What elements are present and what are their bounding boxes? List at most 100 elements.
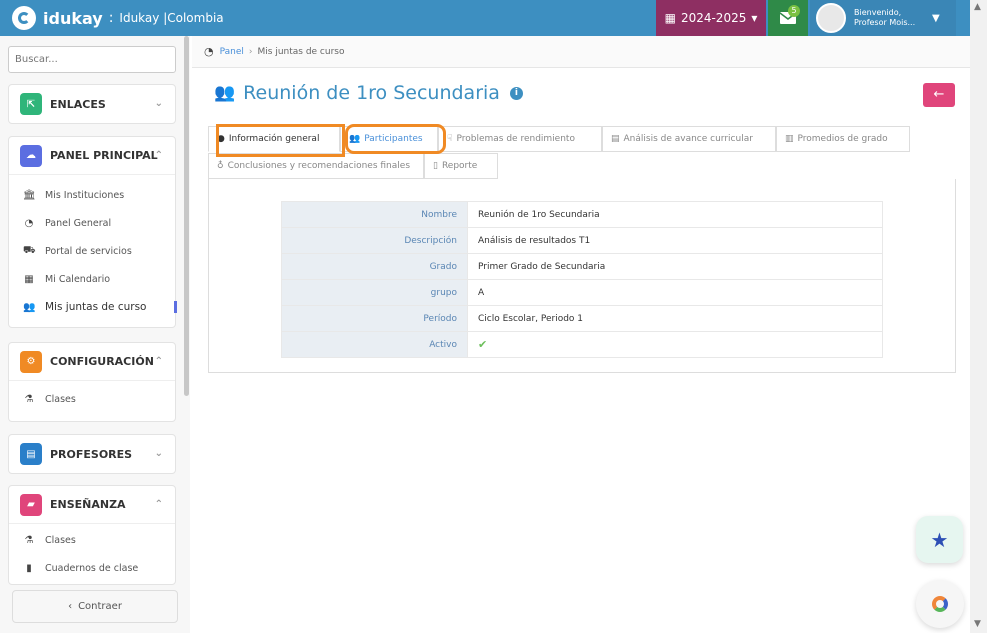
tab-reporte[interactable]: ▯ Reporte [424,153,498,179]
assistant-logo-icon [932,596,948,612]
cogs-icon: ⚙ [20,350,42,373]
section-label: ENLACES [50,97,106,111]
sidebar-item-label: Portal de servicios [45,245,132,257]
sidebar-item-clases[interactable]: ⚗ Clases [9,385,175,413]
chevron-up-icon: ⌃ [154,356,163,367]
sidebar-section-enlaces: ⇱ ENLACES ⌄ [8,84,176,124]
section-label: PANEL PRINCIPAL [50,149,158,162]
tab-promedios-grado[interactable]: ▥ Promedios de grado [776,126,910,152]
section-label: ENSEÑANZA [50,498,126,511]
brand-separator: : [108,10,114,26]
table-row: grupo A [281,279,883,306]
logo[interactable]: idukay : Idukay |Colombia [12,6,224,30]
table-row: Grado Primer Grado de Secundaria [281,253,883,280]
tab-problemas-rendimiento[interactable]: ☟ Problemas de rendimiento [438,126,602,152]
arrow-left-icon: ← [933,87,945,102]
sidebar-section-profesores: ▤ PROFESORES ⌄ [8,434,176,474]
institution-icon: 🏛 [23,189,36,201]
details-table: Nombre Reunión de 1ro Secundaria Descripc… [281,201,883,358]
field-value: Primer Grado de Secundaria [467,253,883,280]
page-title: 👥 Reunión de 1ro Secundaria i [214,82,523,104]
dashboard-icon: ◔ [204,45,214,58]
messages-badge: 5 [788,5,800,17]
field-label: Período [281,305,468,332]
avatar [816,3,846,33]
sidebar-item-label: Clases [45,393,76,405]
file-icon: ▯ [433,161,438,171]
highlight-box-participantes [345,124,446,154]
messages-button[interactable]: 5 [768,0,808,36]
user-greeting: Bienvenido, [854,8,902,17]
school-year-label: 2024-2025 [680,11,747,25]
sidebar-item-portal-servicios[interactable]: ⛟ Portal de servicios [9,237,175,265]
notebook-icon: ▮ [26,562,32,574]
favorites-button[interactable]: ★ [916,516,963,563]
details-card: Nombre Reunión de 1ro Secundaria Descripc… [208,179,956,373]
top-bar: idukay : Idukay |Colombia ▦ 2024-2025 ▾ … [0,0,970,36]
search-input[interactable] [8,46,176,73]
sidebar-item-cuadernos-de-clase[interactable]: ▮ Cuadernos de clase [9,554,175,582]
users-icon: 👥 [23,301,36,313]
field-label: Descripción [281,227,468,254]
assistant-button[interactable] [916,580,964,628]
tab-label: Análisis de avance curricular [623,134,753,144]
chevron-up-icon: ⌃ [154,499,163,510]
field-label: Activo [281,331,468,358]
section-header-enlaces[interactable]: ⇱ ENLACES ⌄ [9,85,175,123]
user-menu[interactable]: Bienvenido, Profesor Mois... ▼ [810,0,956,36]
highlight-box-informacion-general [216,124,345,157]
field-value: Ciclo Escolar, Periodo 1 [467,305,883,332]
user-info: Bienvenido, Profesor Mois... [854,8,932,28]
field-value: Reunión de 1ro Secundaria [467,201,883,228]
section-header-ensenanza[interactable]: ▰ ENSEÑANZA ⌃ [9,486,175,524]
id-card-icon: ▤ [20,443,42,465]
tab-analisis-avance[interactable]: ▤ Análisis de avance curricular [602,126,776,152]
back-button[interactable]: ← [923,83,955,107]
field-label: grupo [281,279,468,306]
scroll-down-icon[interactable]: ▼ [974,619,981,629]
lightbulb-icon: ♁ [217,161,224,171]
chevron-down-icon: ⌄ [154,98,163,109]
collapse-sidebar-button[interactable]: ‹ Contraer [12,590,178,623]
book-icon: ▰ [20,493,42,516]
sidebar-item-clases-ensenanza[interactable]: ⚗ Clases [9,526,175,554]
tab-label: Problemas de rendimiento [456,134,575,144]
field-value: ✔ [467,331,883,358]
section-header-configuracion[interactable]: ⚙ CONFIGURACIÓN ⌃ [9,343,175,381]
section-header-panel-principal[interactable]: ☁ PANEL PRINCIPAL ⌃ [9,137,175,175]
caret-down-icon: ▾ [751,11,758,25]
sidebar-scrollbar[interactable] [184,36,189,396]
field-label: Grado [281,253,468,280]
scroll-up-icon[interactable]: ▲ [974,2,981,12]
school-year-dropdown[interactable]: ▦ 2024-2025 ▾ [656,0,766,36]
collapse-label: Contraer [78,601,122,612]
breadcrumb-separator-icon: › [248,46,253,57]
tab-label: Reporte [441,161,478,171]
brand-name: idukay [43,8,103,28]
breadcrumb-panel-link[interactable]: Panel [220,47,244,57]
sidebar-item-mi-calendario[interactable]: ▦ Mi Calendario [9,265,175,293]
sidebar-item-mis-instituciones[interactable]: 🏛 Mis Instituciones [9,181,175,209]
sidebar-item-label: Mis juntas de curso [45,301,147,313]
page-title-text: Reunión de 1ro Secundaria [243,82,500,104]
sidebar-item-label: Clases [45,534,76,546]
sidebar: ⇱ ENLACES ⌄ ☁ PANEL PRINCIPAL ⌃ 🏛 Mis Ins… [0,36,190,633]
sidebar-item-label: Mis Instituciones [45,189,125,201]
sidebar-section-panel-principal: ☁ PANEL PRINCIPAL ⌃ 🏛 Mis Instituciones ◔… [8,136,177,328]
chevron-left-icon: ‹ [68,601,73,612]
star-icon: ★ [930,527,949,552]
flask-icon: ⚗ [24,393,34,405]
field-value: A [467,279,883,306]
page-scrollbar[interactable]: ▲ ▼ [970,0,987,633]
tab-label: Conclusiones y recomendaciones finales [227,161,411,171]
sidebar-item-mis-juntas-de-curso[interactable]: 👥 Mis juntas de curso [9,293,177,321]
sidebar-item-panel-general[interactable]: ◔ Panel General [9,209,175,237]
check-icon: ✔ [478,338,488,351]
notebook-icon: ▤ [611,134,620,144]
section-header-profesores[interactable]: ▤ PROFESORES ⌄ [9,435,175,473]
info-icon[interactable]: i [509,86,523,100]
sidebar-item-label: Cuadernos de clase [45,562,139,574]
sidebar-section-configuracion: ⚙ CONFIGURACIÓN ⌃ ⚗ Clases [8,342,176,422]
dashboard-icon: ◔ [24,217,34,229]
main-content: ◔ Panel › Mis juntas de curso 👥 Reunión … [192,36,970,633]
